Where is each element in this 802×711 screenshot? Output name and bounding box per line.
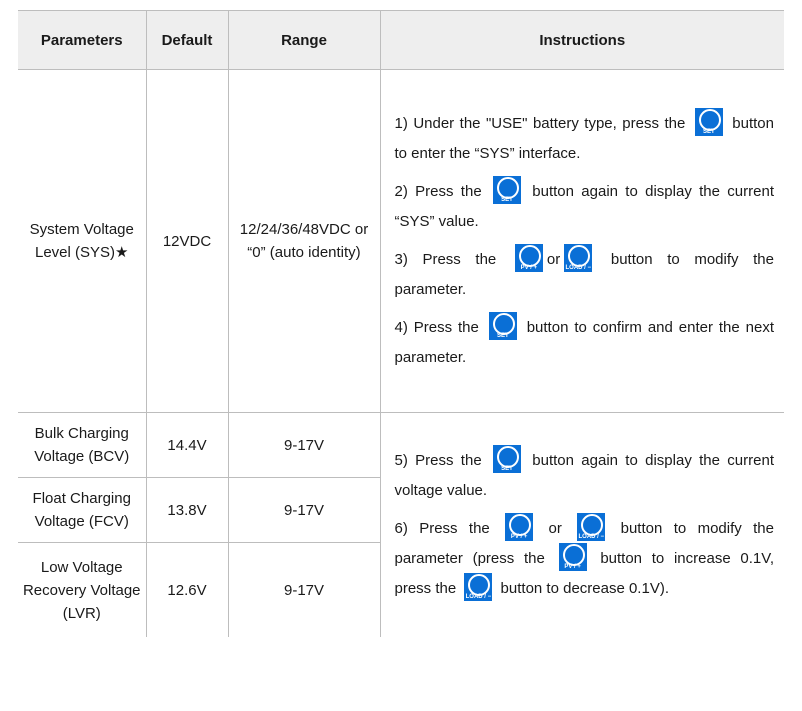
header-default: Default [145,10,228,70]
load-minus-button-icon: LOAD / − [564,243,593,272]
table-row-bcv: Bulk Charging Voltage (BCV) 14.4V 9-17V … [18,412,784,637]
param-cell: Float Charging Voltage (FCV) [18,477,146,543]
instruction-step-5: 5) Press the SET button again to display… [395,444,775,506]
instruction-step-3: 3) Press the PV / + or LOAD / − button to … [395,243,774,305]
default-cell: 13.8V [145,477,228,543]
default-cell: 12.6V [145,542,228,637]
table-header-row: Parameters Default Range Instructions [18,10,784,70]
header-instructions: Instructions [379,10,784,70]
pv-plus-button-icon: PV / + [505,512,534,541]
instruction-step-1: 1) Under the "USE" battery type, press t… [395,107,774,169]
instruction-step-6: 6) Press the PV / + or LOAD / − button t… [395,512,774,604]
range-cell: 12/24/36/48VDC or “0” (auto identity) [227,69,380,413]
set-button-icon: SET [492,444,521,473]
pv-plus-button-icon: PV / + [514,243,543,272]
parameter-table: Parameters Default Range Instructions Sy… [18,10,784,637]
load-minus-button-icon: LOAD / − [464,572,493,601]
pv-plus-button-icon: PV / + [558,542,587,571]
instruction-step-2: 2) Press the SET button again to display… [395,175,775,237]
header-range: Range [227,10,380,70]
instructions-cell-voltage: 5) Press the SET button again to display… [379,412,784,637]
range-cell: 9-17V [227,477,380,543]
range-cell: 9-17V [227,542,380,637]
instruction-step-4: 4) Press the SET button to confirm and e… [395,311,774,373]
set-button-icon: SET [492,175,521,204]
default-cell: 14.4V [145,412,228,478]
set-button-icon: SET [488,311,517,340]
range-cell: 9-17V [227,412,380,478]
param-cell: Low Voltage Recovery Voltage (LVR) [22,558,141,622]
parameter-table-page: Parameters Default Range Instructions Sy… [0,0,802,711]
table-row-sys: System Voltage Level (SYS)★ 12VDC 12/24/… [18,69,784,413]
set-button-icon: SET [694,107,723,136]
header-parameters: Parameters [18,10,146,70]
load-minus-button-icon: LOAD / − [577,512,606,541]
default-cell: 12VDC [145,69,228,413]
param-cell: Bulk Charging Voltage (BCV) [18,412,146,478]
instructions-cell-sys: 1) Under the "USE" battery type, press t… [379,69,784,413]
param-cell: System Voltage Level (SYS)★ [18,69,146,413]
